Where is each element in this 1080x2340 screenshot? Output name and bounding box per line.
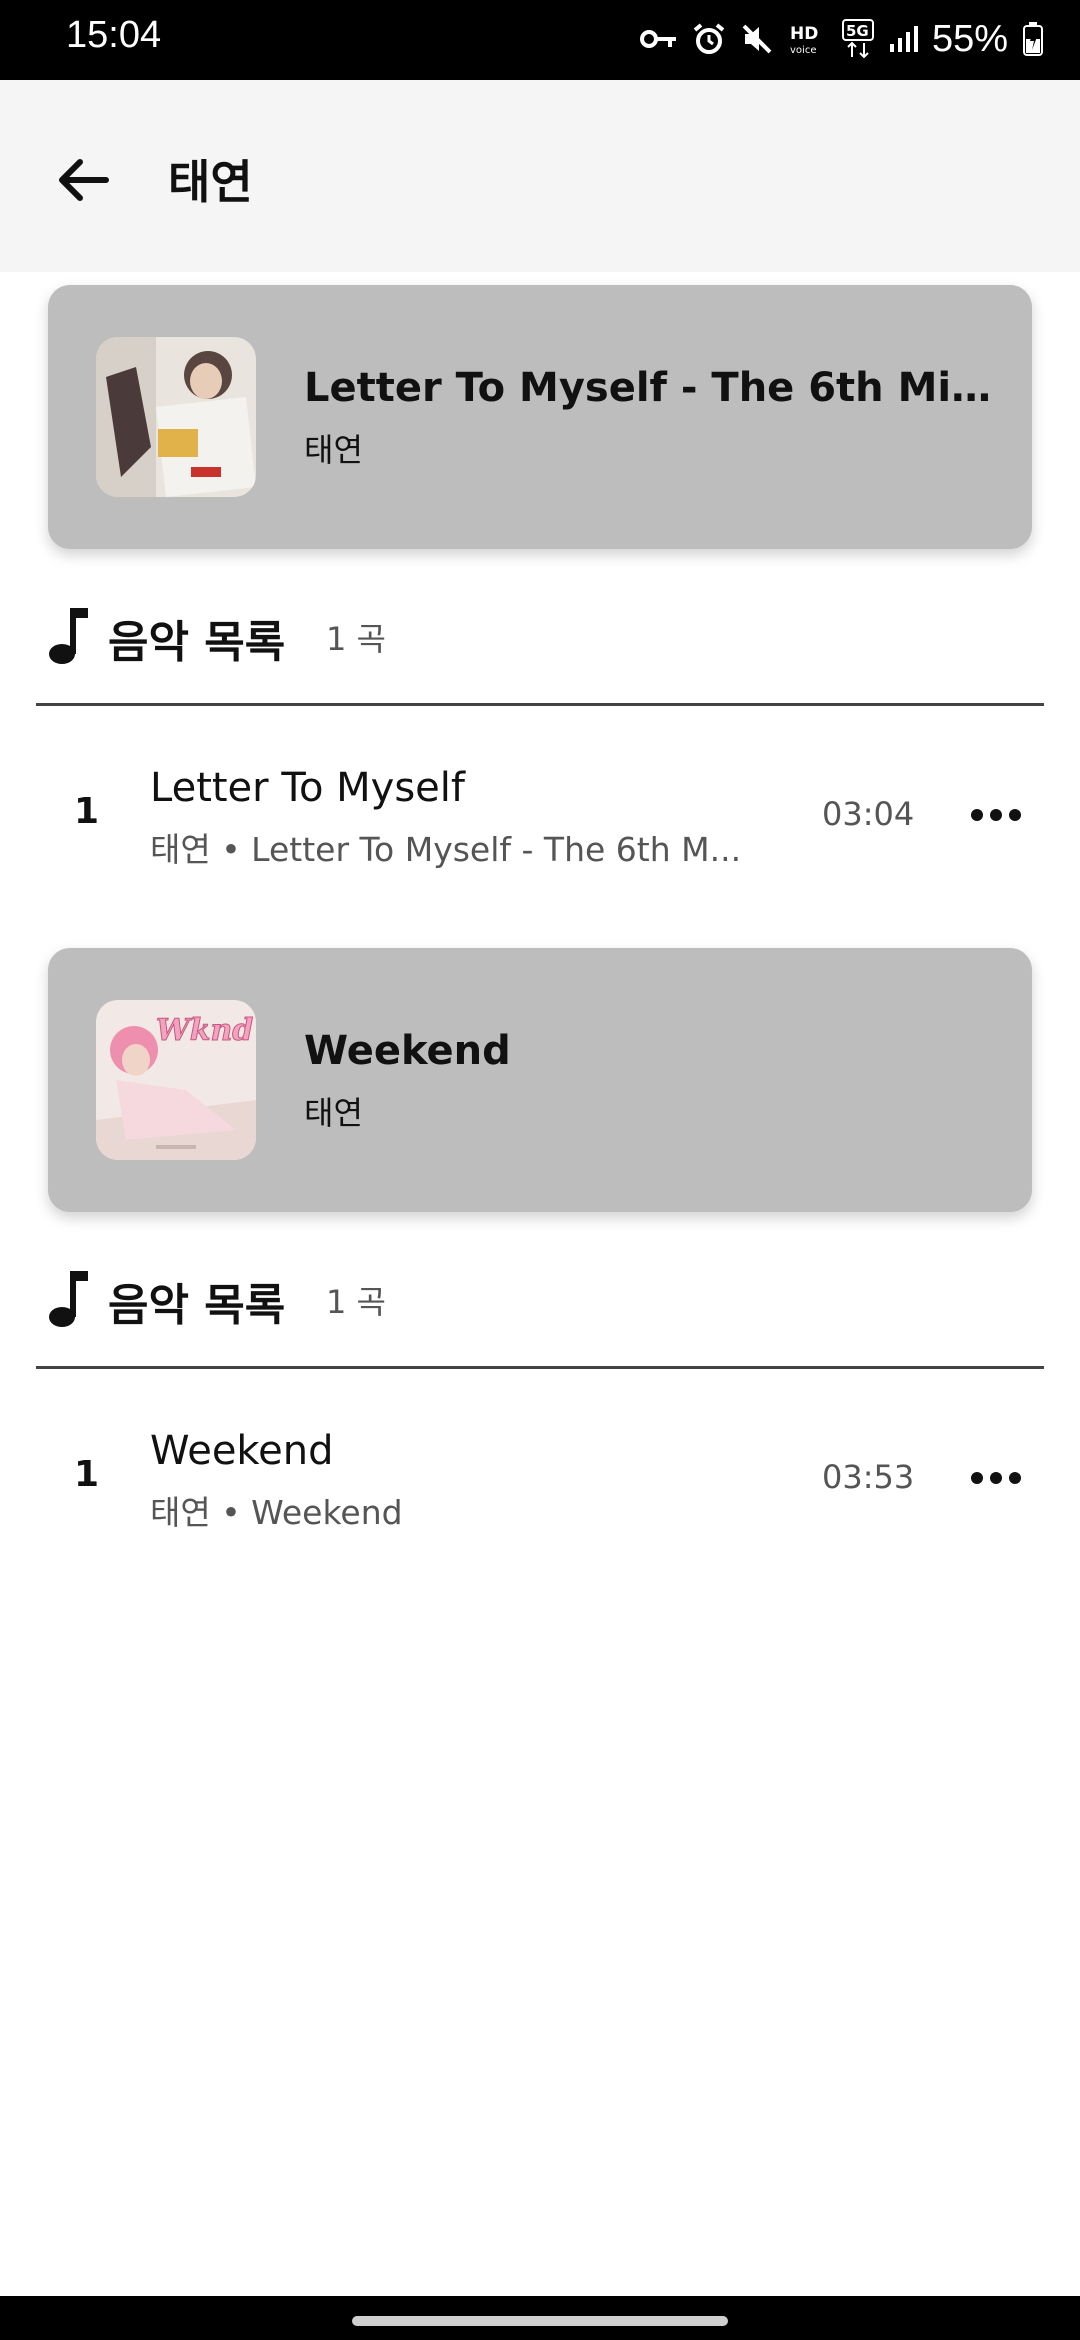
section-label: 음악 목록 [108,617,286,668]
divider [36,703,1044,706]
svg-text:5G: 5G [846,22,869,40]
battery-icon [1022,21,1044,57]
album-artist: 태연 [304,431,363,469]
home-gesture-handle[interactable] [352,2316,728,2326]
hd-voice-icon: HD voice [788,22,828,56]
track-row[interactable]: 1 Letter To Myself 태연 • Letter To Myself… [0,745,1080,885]
status-time: 15:04 [66,14,162,56]
album-artist: 태연 [304,1094,363,1132]
arrow-left-icon [59,159,109,201]
album-cover: Wknd [96,1000,256,1160]
music-note-icon [48,1267,92,1333]
more-options-button[interactable] [960,1446,1032,1510]
status-bar: 15:04 HD voice 5G 55% [0,0,1080,80]
track-list-header: 음악 목록 1 곡 [48,1263,1048,1333]
music-note-icon [48,604,92,670]
more-horizontal-icon [971,1472,1021,1484]
track-count: 1 곡 [326,1283,386,1321]
back-button[interactable] [46,144,118,216]
alarm-icon [692,22,726,56]
track-count: 1 곡 [326,620,386,658]
track-row[interactable]: 1 Weekend 태연 • Weekend 03:53 [0,1408,1080,1548]
section-label: 음악 목록 [108,1280,286,1331]
album-cover [96,337,256,497]
track-title: Weekend [150,1428,334,1474]
divider [36,1366,1044,1369]
track-title: Letter To Myself [150,765,465,811]
navigation-bar [0,2296,1080,2340]
album-card[interactable]: Wknd Weekend 태연 [48,948,1032,1212]
svg-text:HD: HD [790,24,818,44]
track-number: 1 [74,1454,100,1495]
more-horizontal-icon [971,809,1021,821]
album-title: Weekend [304,1028,511,1074]
signal-icon [888,24,918,54]
track-duration: 03:53 [822,1458,915,1496]
page-title: 태연 [168,155,253,209]
status-icons: HD voice 5G 55% [639,14,1044,64]
album-card[interactable]: Letter To Myself - The 6th Mini A... 태연 [48,285,1032,549]
album-title: Letter To Myself - The 6th Mini A... [304,365,1004,411]
track-subtitle: 태연 • Weekend [150,1493,403,1532]
more-options-button[interactable] [960,783,1032,847]
track-duration: 03:04 [822,795,915,833]
svg-text:voice: voice [790,45,816,56]
battery-percent: 55% [931,17,1008,60]
track-list-header: 음악 목록 1 곡 [48,600,1048,670]
app-bar: 태연 [0,80,1080,272]
5g-icon: 5G [841,19,874,59]
mute-icon [740,22,774,56]
track-number: 1 [74,791,100,832]
vpn-key-icon [639,27,678,51]
track-subtitle: 태연 • Letter To Myself - The 6th M... [150,830,742,869]
svg-text:Wknd: Wknd [156,1013,253,1048]
